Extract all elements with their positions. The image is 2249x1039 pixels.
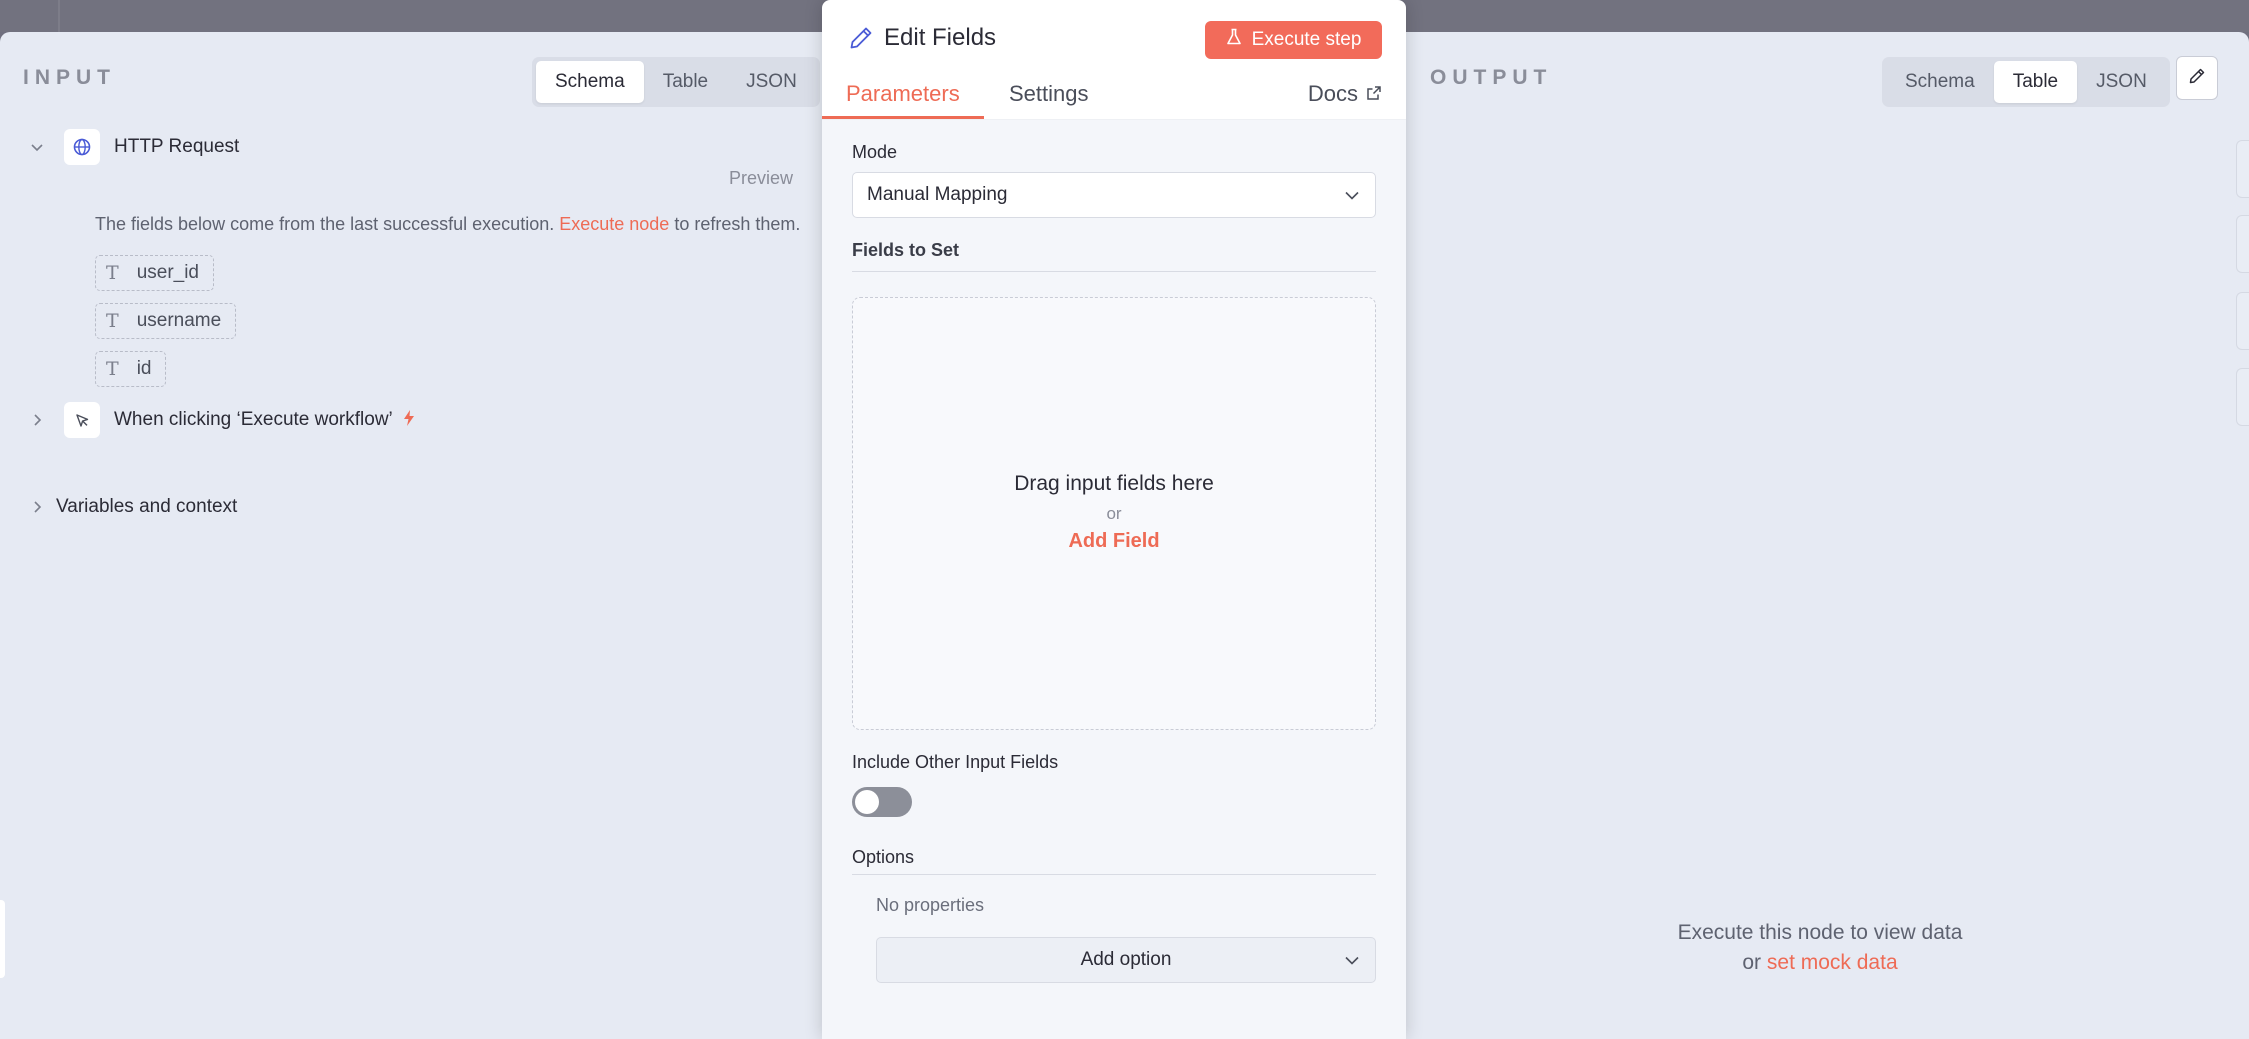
docs-label: Docs bbox=[1307, 81, 1358, 106]
info-suffix: to refresh them. bbox=[674, 214, 801, 234]
add-option-dropdown[interactable]: Add option bbox=[876, 937, 1376, 983]
field-name: id bbox=[136, 358, 152, 379]
execute-step-label: Execute step bbox=[1251, 29, 1362, 50]
node-settings-panel: Edit Fields Execute step Parameters Sett… bbox=[822, 0, 1406, 1039]
schema-field-username[interactable]: T username bbox=[95, 303, 237, 339]
info-prefix: The fields below come from the last succ… bbox=[95, 214, 555, 234]
chevron-down-icon bbox=[1343, 951, 1361, 975]
mode-select-value: Manual Mapping bbox=[867, 184, 1008, 205]
external-link-icon bbox=[1366, 81, 1382, 107]
pencil-icon bbox=[2187, 66, 2207, 91]
lightning-icon bbox=[403, 409, 415, 431]
set-mock-data-link[interactable]: set mock data bbox=[1767, 951, 1898, 974]
toggle-knob bbox=[855, 790, 879, 814]
execute-step-button[interactable]: Execute step bbox=[1205, 21, 1382, 59]
globe-icon bbox=[64, 129, 100, 165]
preview-badge: Preview bbox=[729, 168, 794, 188]
cursor-click-icon bbox=[64, 402, 100, 438]
input-panel-title: INPUT bbox=[23, 66, 116, 89]
output-view-json[interactable]: JSON bbox=[2077, 61, 2166, 103]
tree-node-label: When clicking ‘Execute workflow’ bbox=[114, 409, 393, 430]
tree-node-variables-context[interactable]: Variables and context bbox=[30, 496, 237, 518]
schema-field-user-id[interactable]: T user_id bbox=[95, 255, 215, 291]
parameters-body: Mode Manual Mapping Fields to Set Drag i… bbox=[822, 120, 1406, 1039]
execute-node-link[interactable]: Execute node bbox=[559, 214, 669, 234]
tab-settings[interactable]: Settings bbox=[1009, 81, 1089, 107]
node-tabs: Parameters Settings Docs bbox=[822, 76, 1406, 120]
mode-label: Mode bbox=[852, 142, 898, 162]
collapsed-card[interactable] bbox=[2236, 140, 2249, 198]
collapsed-card[interactable] bbox=[2236, 292, 2249, 350]
add-field-button[interactable]: Add Field bbox=[853, 530, 1375, 553]
field-name: user_id bbox=[136, 262, 200, 283]
chevron-down-icon[interactable] bbox=[30, 140, 44, 154]
dropzone-or: or bbox=[1106, 504, 1122, 523]
output-view-switcher: Schema Table JSON bbox=[1882, 57, 2170, 107]
input-view-json[interactable]: JSON bbox=[727, 61, 816, 103]
tree-node-manual-trigger[interactable]: When clicking ‘Execute workflow’ bbox=[30, 402, 415, 438]
output-view-table[interactable]: Table bbox=[1993, 61, 2078, 103]
input-view-table[interactable]: Table bbox=[644, 61, 727, 103]
collapsed-side-card[interactable] bbox=[0, 900, 5, 978]
text-type-icon: T bbox=[106, 310, 119, 332]
empty-state-message: Execute this node to view data bbox=[1677, 921, 1963, 944]
canvas-divider bbox=[58, 0, 60, 32]
input-view-switcher: Schema Table JSON bbox=[532, 57, 820, 107]
mode-select[interactable]: Manual Mapping bbox=[852, 172, 1376, 218]
input-view-schema[interactable]: Schema bbox=[536, 61, 644, 103]
node-title[interactable]: Edit Fields bbox=[884, 24, 996, 52]
output-panel-title: OUTPUT bbox=[1430, 66, 1553, 89]
add-option-label: Add option bbox=[1080, 949, 1172, 970]
include-other-fields-label: Include Other Input Fields bbox=[852, 752, 1059, 772]
collapsed-card[interactable] bbox=[2236, 215, 2249, 273]
flask-icon bbox=[1226, 28, 1242, 52]
collapsed-card[interactable] bbox=[2236, 368, 2249, 426]
schema-field-id[interactable]: T id bbox=[95, 351, 167, 387]
section-divider bbox=[852, 874, 1376, 875]
fields-dropzone[interactable]: Drag input fields here or Add Field bbox=[852, 297, 1376, 730]
empty-state-or: or bbox=[1742, 951, 1762, 974]
docs-link[interactable]: Docs bbox=[1308, 81, 1382, 107]
edit-output-button[interactable] bbox=[2176, 56, 2218, 100]
tree-node-label: HTTP Request bbox=[114, 136, 240, 157]
active-tab-indicator bbox=[822, 116, 984, 119]
tab-parameters[interactable]: Parameters bbox=[846, 81, 960, 107]
options-label: Options bbox=[852, 847, 915, 867]
schema-info-text: The fields below come from the last succ… bbox=[95, 212, 805, 237]
chevron-down-icon bbox=[1343, 186, 1361, 210]
chevron-right-icon[interactable] bbox=[30, 413, 44, 427]
dropzone-hint: Drag input fields here bbox=[1014, 472, 1214, 495]
text-type-icon: T bbox=[106, 262, 119, 284]
output-empty-state: Execute this node to view data or set mo… bbox=[1620, 918, 2020, 978]
tree-node-label: Variables and context bbox=[56, 496, 238, 517]
empty-state-alt: or set mock data bbox=[1620, 948, 2020, 978]
text-type-icon: T bbox=[106, 358, 119, 380]
no-properties-text: No properties bbox=[876, 895, 985, 915]
chevron-right-icon[interactable] bbox=[30, 500, 44, 514]
include-other-fields-toggle[interactable] bbox=[852, 787, 912, 817]
output-view-schema[interactable]: Schema bbox=[1886, 61, 1994, 103]
tree-node-http-request[interactable]: HTTP Request bbox=[30, 129, 239, 165]
pencil-icon bbox=[848, 25, 874, 56]
field-name: username bbox=[136, 310, 222, 331]
fields-to-set-label: Fields to Set bbox=[852, 240, 960, 260]
section-divider bbox=[852, 271, 1376, 272]
